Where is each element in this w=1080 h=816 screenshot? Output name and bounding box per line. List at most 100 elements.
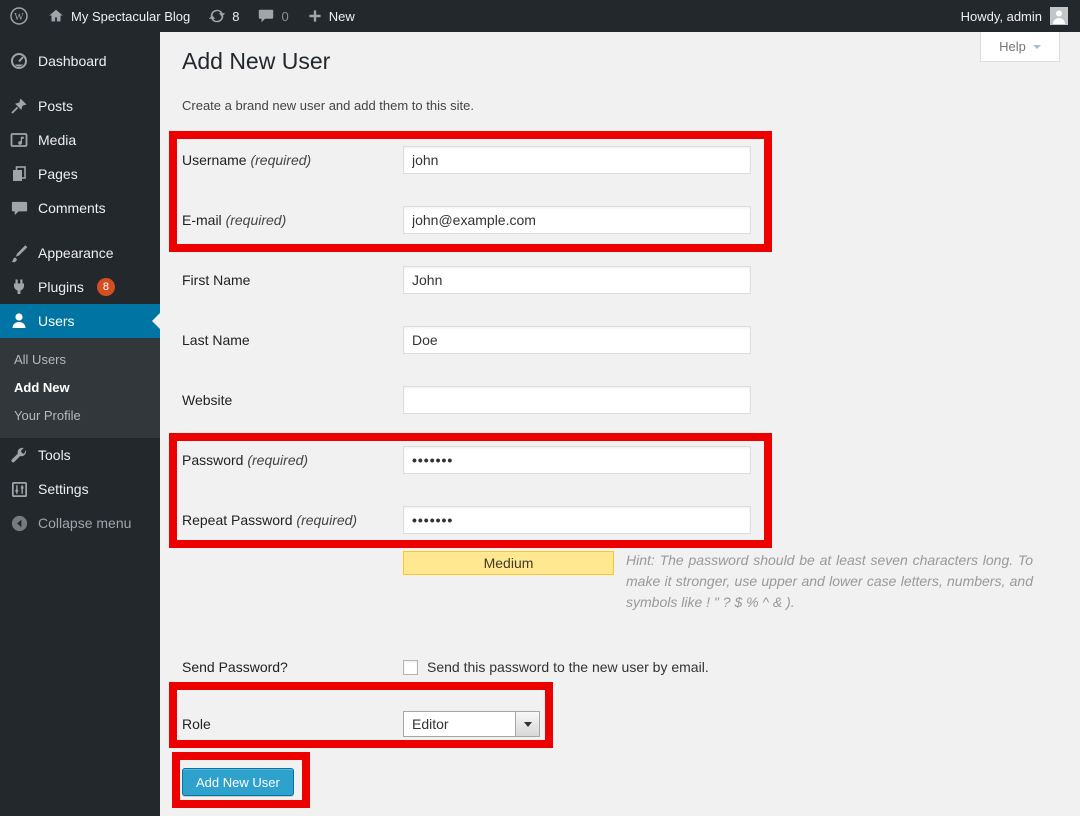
- email-row: E-mail (required): [182, 190, 1058, 250]
- plug-icon: [9, 277, 29, 297]
- admin-bar: W My Spectacular Blog 8 0 New Howdy, adm…: [0, 0, 1080, 32]
- sidebar-item-dashboard[interactable]: Dashboard: [0, 44, 160, 78]
- add-new-user-button[interactable]: Add New User: [182, 768, 294, 796]
- wordpress-logo-menu[interactable]: W: [0, 0, 38, 32]
- sidebar-item-label: Users: [38, 313, 75, 329]
- page-title: Add New User: [182, 48, 330, 75]
- users-icon: [9, 311, 29, 331]
- chevron-down-icon: [1033, 45, 1041, 53]
- howdy-text: Howdy, admin: [961, 9, 1042, 24]
- submenu-item-add-new[interactable]: Add New: [0, 374, 160, 402]
- send-password-label: Send Password?: [182, 659, 403, 675]
- sidebar-item-label: Media: [38, 132, 76, 148]
- my-account-menu[interactable]: Howdy, admin: [949, 0, 1080, 32]
- new-label: New: [329, 9, 355, 24]
- main-content: Help Add New User Create a brand new use…: [160, 32, 1080, 816]
- username-row: Username (required): [182, 130, 1058, 190]
- username-field[interactable]: [403, 146, 751, 174]
- last-name-field[interactable]: [403, 326, 751, 354]
- chevron-down-icon: [524, 722, 532, 731]
- first-name-row: First Name: [182, 250, 1058, 310]
- update-count: 8: [232, 9, 239, 24]
- plus-icon: [307, 8, 323, 24]
- pages-icon: [9, 164, 29, 184]
- send-password-checkbox[interactable]: [403, 660, 418, 675]
- sidebar-item-users[interactable]: Users: [0, 304, 160, 338]
- comment-count: 0: [281, 9, 288, 24]
- plugins-update-badge: 8: [97, 278, 115, 296]
- role-select-value: Editor: [404, 712, 515, 736]
- repeat-password-label: Repeat Password (required): [182, 512, 403, 528]
- role-select[interactable]: Editor: [403, 711, 540, 737]
- sidebar-item-collapse-menu[interactable]: Collapse menu: [0, 506, 160, 540]
- avatar: [1050, 7, 1068, 25]
- send-password-row: Send Password? Send this password to the…: [182, 640, 1058, 694]
- site-name: My Spectacular Blog: [71, 9, 190, 24]
- website-label: Website: [182, 392, 403, 408]
- sidebar-item-comments[interactable]: Comments: [0, 191, 160, 225]
- first-name-field[interactable]: [403, 266, 751, 294]
- strength-hint-wrap: Medium Hint: The password should be at l…: [403, 550, 1033, 613]
- add-user-form: Username (required) E-mail (required) Fi…: [182, 130, 1058, 796]
- settings-icon: [9, 479, 29, 499]
- comments-menu[interactable]: 0: [248, 0, 297, 32]
- admin-menu: Dashboard Posts Media Pages Comments App…: [0, 32, 160, 816]
- sidebar-item-settings[interactable]: Settings: [0, 472, 160, 506]
- password-row: Password (required): [182, 430, 1058, 490]
- sidebar-item-label: Settings: [38, 481, 89, 497]
- pushpin-icon: [9, 96, 29, 116]
- wrench-icon: [9, 445, 29, 465]
- website-row: Website: [182, 370, 1058, 430]
- wordpress-logo-icon: W: [9, 6, 29, 26]
- role-label: Role: [182, 716, 403, 732]
- users-submenu: All Users Add New Your Profile: [0, 338, 160, 438]
- sidebar-item-label: Collapse menu: [38, 515, 131, 531]
- strength-row: Medium Hint: The password should be at l…: [182, 550, 1058, 640]
- website-field[interactable]: [403, 386, 751, 414]
- sidebar-item-label: Appearance: [38, 245, 114, 261]
- sidebar-item-label: Tools: [38, 447, 71, 463]
- last-name-row: Last Name: [182, 310, 1058, 370]
- sidebar-item-label: Pages: [38, 166, 78, 182]
- submenu-item-your-profile[interactable]: Your Profile: [0, 402, 160, 430]
- new-content-menu[interactable]: New: [298, 0, 364, 32]
- updates-menu[interactable]: 8: [199, 0, 248, 32]
- sidebar-item-appearance[interactable]: Appearance: [0, 236, 160, 270]
- sidebar-item-plugins[interactable]: Plugins 8: [0, 270, 160, 304]
- submenu-item-all-users[interactable]: All Users: [0, 346, 160, 374]
- role-select-arrow[interactable]: [515, 712, 539, 736]
- dashboard-icon: [9, 51, 29, 71]
- role-row: Role Editor: [182, 694, 1058, 754]
- sidebar-item-label: Plugins: [38, 279, 84, 295]
- sidebar-item-tools[interactable]: Tools: [0, 438, 160, 472]
- submit-row: Add New User: [182, 768, 1058, 796]
- help-button[interactable]: Help: [980, 32, 1060, 62]
- update-icon: [208, 7, 226, 25]
- home-icon: [47, 7, 65, 25]
- send-password-checkbox-label[interactable]: Send this password to the new user by em…: [427, 659, 709, 675]
- sidebar-item-pages[interactable]: Pages: [0, 157, 160, 191]
- media-icon: [9, 130, 29, 150]
- password-label: Password (required): [182, 452, 403, 468]
- comments-icon: [9, 198, 29, 218]
- sidebar-item-posts[interactable]: Posts: [0, 89, 160, 123]
- sidebar-item-label: Posts: [38, 98, 73, 114]
- email-label: E-mail (required): [182, 212, 403, 228]
- last-name-label: Last Name: [182, 332, 403, 348]
- first-name-label: First Name: [182, 272, 403, 288]
- email-field[interactable]: [403, 206, 751, 234]
- username-label: Username (required): [182, 152, 403, 168]
- sidebar-item-media[interactable]: Media: [0, 123, 160, 157]
- sidebar-item-label: Dashboard: [38, 53, 107, 69]
- collapse-icon: [9, 513, 29, 533]
- active-item-arrow: [144, 313, 160, 329]
- sidebar-item-label: Comments: [38, 200, 106, 216]
- repeat-password-field[interactable]: [403, 506, 751, 534]
- brush-icon: [9, 243, 29, 263]
- password-field[interactable]: [403, 446, 751, 474]
- menu-separator: [0, 225, 160, 236]
- password-strength-meter: Medium: [403, 551, 614, 575]
- menu-separator: [0, 78, 160, 89]
- comment-bubble-icon: [257, 7, 275, 25]
- site-name-menu[interactable]: My Spectacular Blog: [38, 0, 199, 32]
